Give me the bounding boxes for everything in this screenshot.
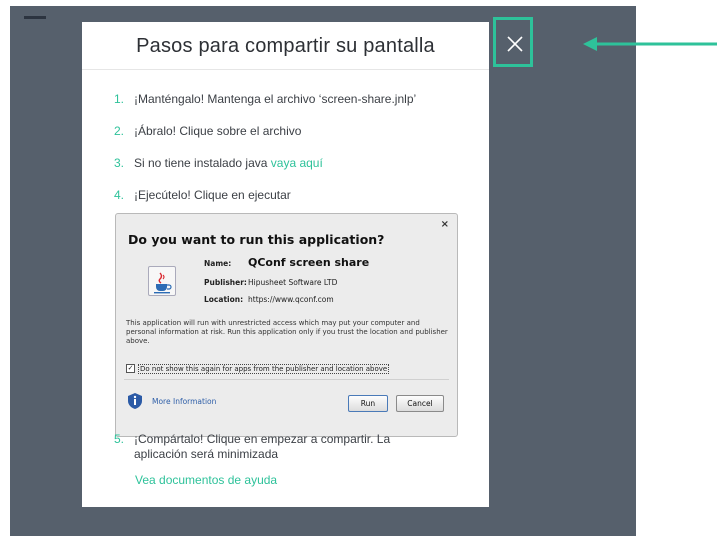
modal-divider (82, 69, 489, 70)
step-3: 3. Si no tiene instalado java vaya aquí (114, 156, 323, 171)
step-5: 5. ¡Compártalo! Clique en empezar a compa… (114, 432, 414, 462)
java-more-information: More Information (152, 397, 217, 406)
arrow-pointer-icon (583, 37, 717, 51)
java-name-label: Name: (204, 259, 232, 268)
java-name-value: QConf screen share (248, 256, 370, 269)
java-location-row: Location: https://www.qconf.com (204, 295, 334, 304)
step-2: 2. ¡Ábralo! Clique sobre el archivo (114, 124, 301, 139)
checkbox-check-icon: ✓ (126, 364, 135, 373)
backdrop-dash (24, 16, 46, 19)
share-screen-modal: Pasos para compartir su pantalla 1. ¡Mant… (82, 22, 489, 507)
help-docs-link[interactable]: Vea documentos de ayuda (135, 473, 277, 487)
step-text: ¡Manténgalo! Mantenga el archivo ‘screen… (134, 92, 417, 106)
java-dont-show-checkbox: ✓ Do not show this again for apps from th… (126, 363, 390, 374)
step-text: ¡Ábralo! Clique sobre el archivo (134, 124, 302, 138)
java-name-row: Name: QConf screen share (204, 256, 369, 269)
info-shield-icon (126, 392, 144, 410)
java-publisher-value: Hipusheet Software LTD (248, 278, 338, 287)
java-download-link[interactable]: vaya aquí (271, 156, 323, 170)
step-1: 1. ¡Manténgalo! Mantenga el archivo ‘scre… (114, 92, 416, 107)
step-text: ¡Compártalo! Clique en empezar a compart… (134, 432, 391, 461)
step-number: 2. (114, 124, 125, 138)
step-number: 5. (114, 432, 125, 446)
java-cup-icon (148, 266, 176, 296)
java-warning-text: This application will run with unrestric… (126, 319, 448, 345)
java-publisher-row: Publisher:Hipusheet Software LTD (204, 278, 337, 287)
step-4: 4. ¡Ejecútelo! Clique en ejecutar (114, 188, 291, 203)
modal-title: Pasos para compartir su pantalla (136, 35, 435, 57)
java-divider (124, 379, 449, 380)
step-number: 1. (114, 92, 125, 106)
java-close-icon: × (440, 219, 449, 230)
java-location-value: https://www.qconf.com (248, 295, 334, 304)
close-button[interactable] (493, 17, 533, 67)
java-location-label: Location: (204, 295, 244, 304)
java-run-button: Run (348, 395, 388, 412)
close-icon (507, 36, 523, 52)
java-cancel-button: Cancel (396, 395, 444, 412)
step-text: ¡Ejecútelo! Clique en ejecutar (134, 188, 291, 202)
java-dialog-image: × Do you want to run this application? N… (115, 213, 458, 437)
java-dialog-title: Do you want to run this application? (128, 232, 385, 247)
step-number: 3. (114, 156, 125, 170)
step-text: Si no tiene instalado java (134, 156, 271, 170)
step-number: 4. (114, 188, 125, 202)
java-publisher-label: Publisher: (204, 278, 247, 287)
java-checkbox-label: Do not show this again for apps from the… (138, 363, 390, 374)
